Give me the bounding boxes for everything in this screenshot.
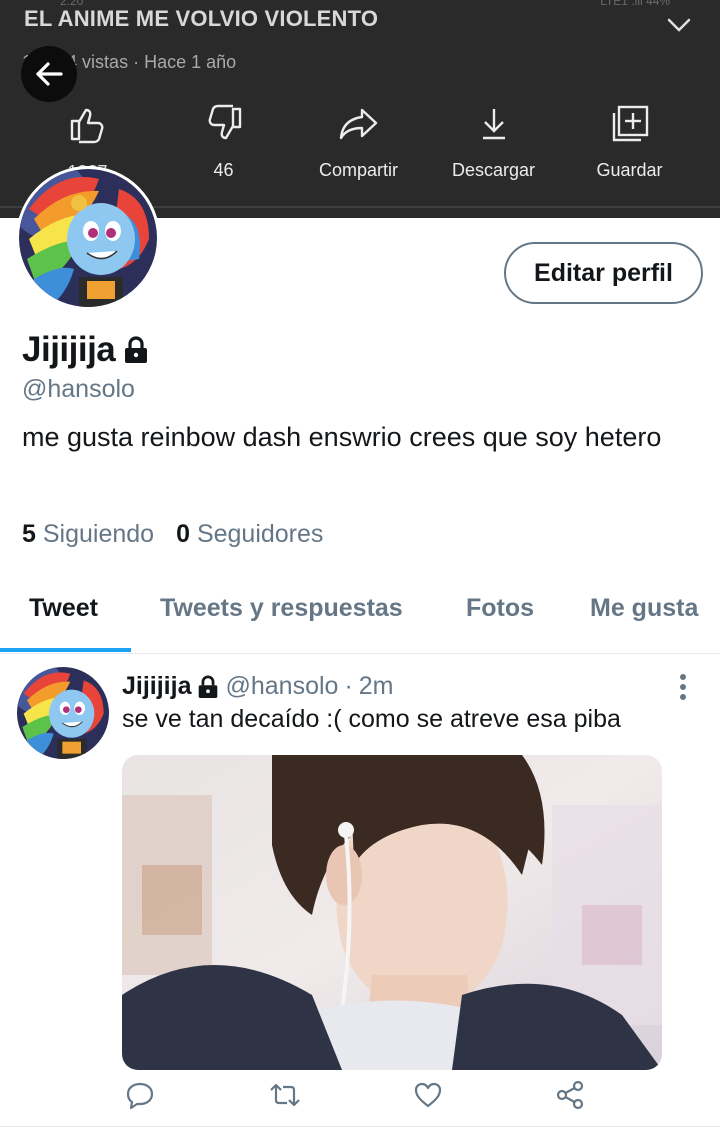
like-heart-icon[interactable] [413,1080,443,1110]
tweet-author-name[interactable]: Jijijija [122,672,191,701]
tweet-header: Jijijija @hansolo · 2m [122,672,394,701]
chevron-down-icon[interactable] [666,12,692,38]
edit-profile-button[interactable]: Editar perfil [504,242,703,304]
reply-icon[interactable] [125,1080,155,1110]
share-button[interactable]: Compartir [291,100,426,181]
meta-separator: · [128,52,145,72]
profile-avatar[interactable] [16,166,160,310]
upload-age: Hace 1 año [144,52,237,72]
active-tab-indicator [0,648,131,652]
tweet-photo-image [122,755,662,1070]
followers-link[interactable]: 0 Seguidores [176,520,323,549]
arrow-left-icon [36,62,63,86]
profile-name-row: Jijijija [22,330,149,370]
status-signal: LTE1 .ill 44% [600,0,670,8]
followers-count: 0 [176,520,190,548]
tweet-time: 2m [358,672,394,700]
download-button[interactable]: Descargar [426,100,561,181]
dislike-count: 46 [213,160,234,180]
retweet-icon[interactable] [269,1080,301,1110]
share-icon[interactable] [556,1080,586,1110]
profile-bio: me gusta reinbow dash enswrio crees que … [22,422,662,452]
back-button[interactable] [21,46,77,102]
tab-tweet[interactable]: Tweet [29,594,98,623]
add-to-playlist-icon [612,105,648,142]
share-arrow-icon [339,108,377,140]
tweet-avatar-image [17,667,109,759]
tweet-actions [122,1080,662,1120]
tweet-text: se ve tan decaído :( como se atreve esa … [122,705,621,733]
more-options-icon[interactable] [672,672,694,702]
tab-tweets-replies[interactable]: Tweets y respuestas [160,594,403,623]
profile-display-name: Jijijija [22,330,116,369]
tweet-dot: · [344,672,353,700]
save-button[interactable]: Guardar [562,100,697,181]
avatar-image [19,169,157,307]
following-link[interactable]: 5 Siguiendo [22,520,154,549]
following-count: 5 [22,520,36,548]
tabs-divider [0,653,720,654]
thumbs-up-icon [70,108,103,144]
share-label: Compartir [318,160,398,180]
thumbs-down-icon [208,104,241,140]
like-button[interactable]: 1827 [20,100,155,172]
tweet-photo[interactable] [122,755,662,1070]
save-label: Guardar [596,160,663,180]
lock-icon [199,675,218,698]
follow-stats: 5 Siguiendo 0 Seguidores [22,520,323,549]
download-label: Descargar [451,160,536,180]
tab-photos[interactable]: Fotos [466,594,534,623]
dislike-button[interactable]: 46 [156,100,291,181]
tweet-divider [0,1126,720,1127]
lock-icon [125,336,148,363]
video-title[interactable]: EL ANIME ME VOLVIO VIOLENTO [24,6,378,32]
following-label: Siguiendo [42,520,155,548]
tweet-author-handle: @hansolo [225,672,339,700]
profile-tabs: Tweet Tweets y respuestas Fotos Me gusta [0,588,720,654]
download-icon [482,109,505,140]
profile-handle: @hansolo [22,375,135,403]
tweet-avatar[interactable] [17,667,109,759]
tab-likes[interactable]: Me gusta [590,594,698,623]
followers-label: Seguidores [196,520,324,548]
